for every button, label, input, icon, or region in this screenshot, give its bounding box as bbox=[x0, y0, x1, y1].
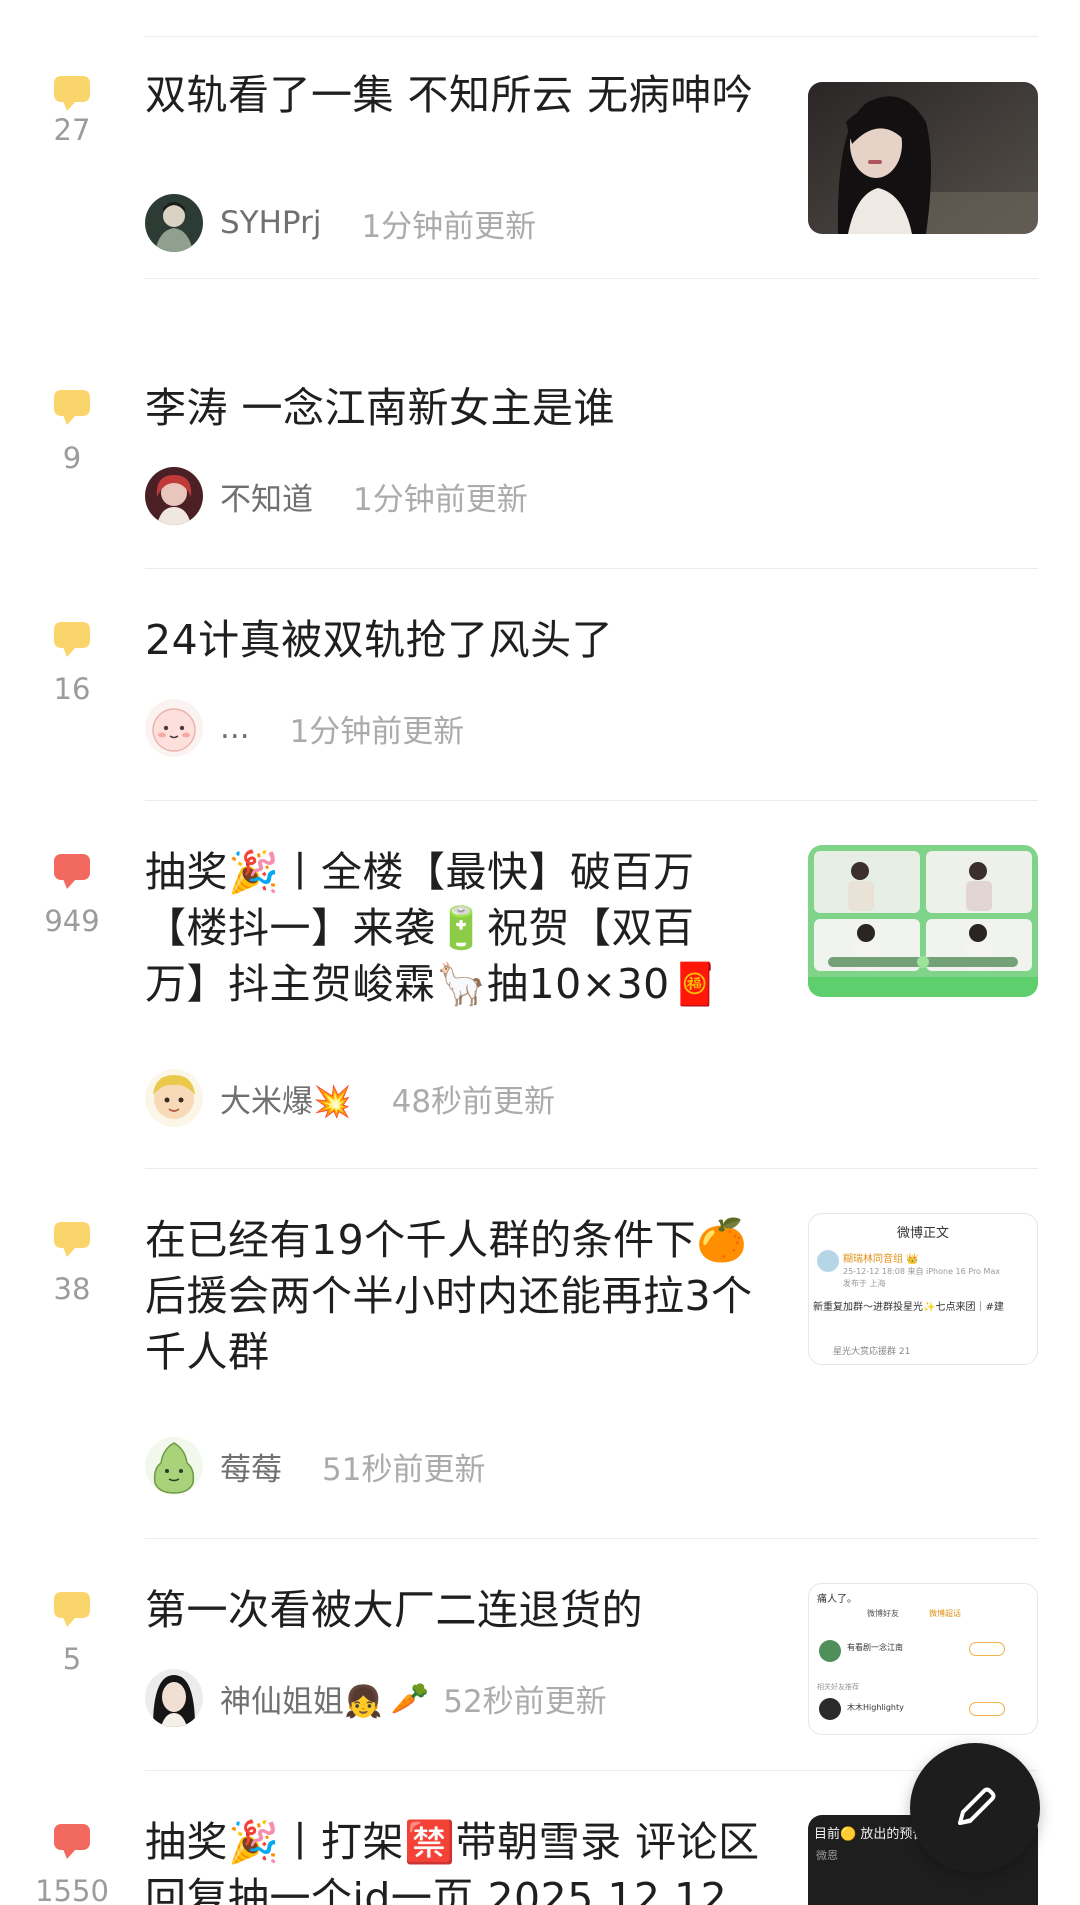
post-title[interactable]: 在已经有19个千人群的条件下🍊后援会两个半小时内还能再拉3个千人群 bbox=[145, 1212, 775, 1380]
update-time: 52秒前更新 bbox=[443, 1683, 607, 1720]
thumb-avatar bbox=[817, 1250, 839, 1272]
thumb-header-text: 微博正文 bbox=[896, 1226, 949, 1241]
post-item[interactable]: 5 第一次看被大厂二连退货的 神仙姐姐👧 🥕 52秒前更新 痛人了。 微博好友 … bbox=[0, 1539, 1080, 1771]
avatar[interactable] bbox=[145, 1669, 203, 1727]
comment-bubble-icon bbox=[54, 390, 90, 425]
avatar[interactable] bbox=[145, 699, 203, 757]
thumb-date-text: 25-12-12 18:08 来自 iPhone 16 Pro Max bbox=[843, 1267, 1001, 1276]
post-title[interactable]: 李涛 一念江南新女主是谁 bbox=[145, 380, 1025, 436]
post-thumbnail[interactable]: 痛人了。 微博好友 微博超话 有看剧一念江南 相关好友推荐 木木Highligh… bbox=[808, 1583, 1038, 1735]
thumb-section: 相关好友推荐 bbox=[817, 1683, 859, 1691]
author-name[interactable]: SYHPrj bbox=[220, 205, 321, 241]
reply-count: 5 bbox=[62, 1642, 82, 1676]
avatar[interactable] bbox=[145, 467, 203, 525]
post-title[interactable]: 第一次看被大厂二连退货的 bbox=[145, 1582, 775, 1638]
compose-button[interactable] bbox=[910, 1743, 1040, 1873]
reply-count: 9 bbox=[62, 441, 82, 475]
comment-bubble-icon bbox=[54, 854, 90, 889]
reply-count: 16 bbox=[53, 672, 91, 706]
comment-bubble-icon bbox=[54, 1222, 90, 1257]
thumb-row2: 木木Highlighty bbox=[847, 1703, 904, 1712]
comment-bubble-icon bbox=[54, 1824, 90, 1859]
comment-bubble-icon bbox=[54, 76, 90, 111]
comment-bubble-icon bbox=[54, 622, 90, 657]
avatar[interactable] bbox=[145, 1069, 203, 1127]
author-badge: 🥕 bbox=[390, 1680, 430, 1717]
thumb-row1: 有看剧一念江南 bbox=[847, 1643, 903, 1652]
thumb-avatar bbox=[819, 1640, 841, 1662]
post-thumbnail[interactable] bbox=[808, 82, 1038, 234]
comment-bubble-icon bbox=[54, 1592, 90, 1627]
post-item[interactable]: 27 双轨看了一集 不知所云 无病呻吟 SYHPrj 1分钟前更新 bbox=[0, 37, 1080, 279]
post-title[interactable]: 抽奖🎉丨打架🈲带朝雪录 评论区回复抽一个id一页 2025.12.12 bbox=[145, 1814, 765, 1905]
reply-count: 949 bbox=[44, 904, 100, 938]
author-name[interactable]: 大米爆💥 bbox=[220, 1076, 352, 1121]
avatar[interactable] bbox=[145, 194, 203, 252]
reply-count: 27 bbox=[53, 113, 91, 147]
post-thumbnail[interactable] bbox=[808, 845, 1038, 997]
thumb-top-text: 痛人了。 bbox=[817, 1594, 857, 1605]
post-meta: SYHPrj 1分钟前更新 bbox=[145, 194, 536, 252]
post-item[interactable]: 16 24计真被双轨抢了风头了 ... 1分钟前更新 bbox=[0, 569, 1080, 801]
thumb-body-text: 新重复加群～进群投星光✨七点来团｜#建 bbox=[813, 1302, 1004, 1313]
thumb-tab1: 微博好友 bbox=[867, 1609, 899, 1618]
thumb-tab2: 微博超话 bbox=[929, 1609, 961, 1618]
post-meta: 大米爆💥 48秒前更新 bbox=[145, 1069, 555, 1127]
update-time: 48秒前更新 bbox=[391, 1083, 556, 1120]
author-name[interactable]: 不知道 bbox=[220, 474, 313, 519]
reply-count: 38 bbox=[53, 1272, 91, 1306]
thumb-follow-pill bbox=[969, 1642, 1005, 1656]
avatar[interactable] bbox=[145, 1437, 203, 1495]
reply-count: 1550 bbox=[35, 1874, 109, 1905]
author-name[interactable]: 神仙姐姐👧 bbox=[220, 1676, 383, 1721]
author-name[interactable]: 莓莓 bbox=[220, 1444, 282, 1489]
update-time: 1分钟前更新 bbox=[289, 713, 465, 750]
post-item[interactable]: 9 李涛 一念江南新女主是谁 不知道 1分钟前更新 bbox=[0, 279, 1080, 569]
post-item[interactable]: 38 在已经有19个千人群的条件下🍊后援会两个半小时内还能再拉3个千人群 莓莓 … bbox=[0, 1169, 1080, 1539]
post-meta: 神仙姐姐👧 🥕 52秒前更新 bbox=[145, 1669, 607, 1727]
post-meta: 莓莓 51秒前更新 bbox=[145, 1437, 485, 1495]
thumb-sub-text: 微恩 bbox=[816, 1849, 838, 1862]
update-time: 51秒前更新 bbox=[322, 1451, 486, 1488]
thumb-loc-text: 发布于 上海 bbox=[843, 1279, 886, 1288]
post-item[interactable]: 949 抽奖🎉丨全楼【最快】破百万【楼抖一】来袭🔋祝贺【双百万】抖主贺峻霖🦙抽1… bbox=[0, 801, 1080, 1169]
thumb-foot-text: 星光大赏応援群 21 bbox=[833, 1347, 911, 1357]
post-title[interactable]: 24计真被双轨抢了风头了 bbox=[145, 612, 1025, 668]
update-time: 1分钟前更新 bbox=[353, 481, 528, 518]
post-thumbnail[interactable]: 微博正文 糊瑞林同音组 👑 25-12-12 18:08 来自 iPhone 1… bbox=[808, 1213, 1038, 1365]
thumb-follow-pill bbox=[969, 1702, 1005, 1716]
author-name[interactable]: ... bbox=[220, 710, 250, 746]
post-title[interactable]: 双轨看了一集 不知所云 无病呻吟 bbox=[145, 67, 755, 123]
post-meta: 不知道 1分钟前更新 bbox=[145, 467, 528, 525]
post-title[interactable]: 抽奖🎉丨全楼【最快】破百万【楼抖一】来袭🔋祝贺【双百万】抖主贺峻霖🦙抽10×30… bbox=[145, 844, 745, 1012]
pencil-icon bbox=[958, 1787, 996, 1825]
thumb-avatar bbox=[819, 1698, 841, 1720]
post-meta: ... 1分钟前更新 bbox=[145, 699, 464, 757]
update-time: 1分钟前更新 bbox=[361, 208, 537, 245]
thumb-name-text: 糊瑞林同音组 👑 bbox=[843, 1254, 919, 1265]
